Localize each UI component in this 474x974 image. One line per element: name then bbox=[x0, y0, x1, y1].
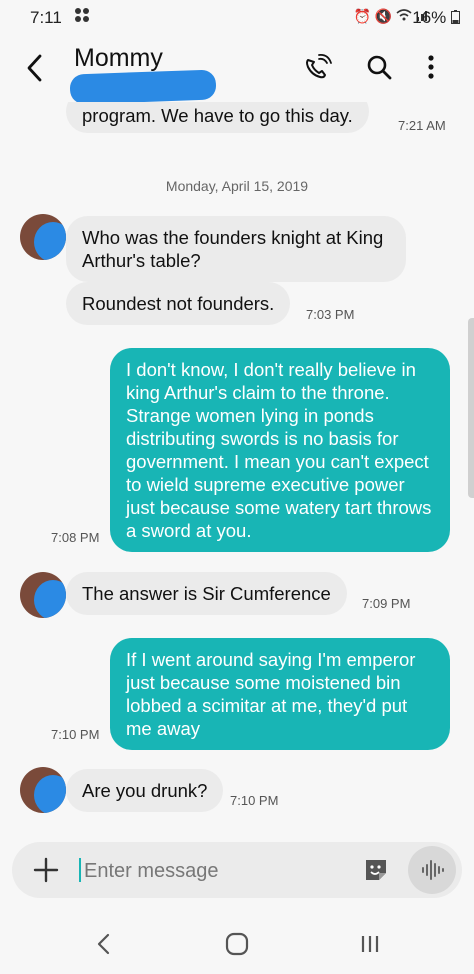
avatar[interactable] bbox=[20, 572, 66, 618]
message-text: The answer is Sir Cumference bbox=[82, 583, 331, 604]
avatar[interactable] bbox=[20, 767, 66, 813]
edge-panel-handle[interactable] bbox=[468, 318, 474, 498]
status-time: 7:11 bbox=[30, 8, 62, 27]
conversation-header: Mommy bbox=[0, 36, 474, 105]
redaction-mark bbox=[69, 69, 217, 105]
battery-indicator: 16% bbox=[412, 8, 460, 28]
battery-percent: 16% bbox=[412, 8, 447, 27]
message-timestamp: 7:03 PM bbox=[306, 307, 355, 322]
message-bubble-in[interactable]: Who was the founders knight at King Arth… bbox=[66, 216, 406, 282]
call-button[interactable] bbox=[300, 50, 334, 84]
search-button[interactable] bbox=[362, 50, 396, 84]
message-text: If I went around saying I'm emperor just… bbox=[126, 649, 416, 739]
message-text: Are you drunk? bbox=[82, 780, 208, 801]
message-timestamp: 7:08 PM bbox=[51, 530, 100, 545]
status-bar: 7:11 ⏰ 🔇 16% bbox=[0, 0, 474, 36]
more-options-button[interactable] bbox=[414, 50, 448, 84]
alarm-icon: ⏰ bbox=[353, 8, 371, 24]
back-button[interactable] bbox=[18, 46, 54, 90]
text-cursor bbox=[79, 858, 81, 882]
mute-icon: 🔇 bbox=[374, 8, 393, 24]
message-bubble-in[interactable]: program. We have to go this day. bbox=[66, 102, 369, 133]
nav-home-icon bbox=[225, 932, 249, 956]
contact-name[interactable]: Mommy bbox=[74, 44, 163, 73]
message-bubble-in[interactable]: Are you drunk? bbox=[66, 769, 224, 812]
message-timestamp: 7:10 PM bbox=[51, 727, 100, 742]
message-timestamp: 7:21 AM bbox=[398, 118, 446, 133]
more-vert-icon bbox=[428, 55, 434, 79]
nav-home-button[interactable] bbox=[217, 930, 257, 958]
attach-button[interactable] bbox=[30, 854, 62, 886]
sticker-button[interactable] bbox=[362, 856, 390, 884]
back-arrow-icon bbox=[27, 54, 42, 82]
message-thread[interactable]: program. We have to go this day. 7:21 AM… bbox=[0, 102, 474, 838]
message-composer bbox=[12, 842, 462, 898]
message-text: Who was the founders knight at King Arth… bbox=[82, 227, 384, 271]
nav-recents-button[interactable] bbox=[350, 930, 390, 958]
nav-back-button[interactable] bbox=[84, 930, 124, 958]
nav-recents-icon bbox=[361, 936, 379, 952]
system-navigation-bar bbox=[0, 912, 474, 974]
sticker-icon bbox=[366, 860, 386, 880]
message-timestamp: 7:10 PM bbox=[230, 793, 279, 808]
message-timestamp: 7:09 PM bbox=[362, 596, 411, 611]
plus-icon bbox=[33, 857, 59, 883]
nav-back-icon bbox=[97, 933, 110, 955]
game-controller-icon bbox=[74, 7, 90, 26]
date-separator: Monday, April 15, 2019 bbox=[165, 178, 309, 194]
voice-record-button[interactable] bbox=[408, 846, 456, 894]
search-icon bbox=[367, 55, 392, 80]
avatar[interactable] bbox=[20, 214, 66, 260]
message-bubble-out[interactable]: I don't know, I don't really believe in … bbox=[110, 348, 450, 552]
message-input[interactable] bbox=[82, 854, 356, 888]
message-text: Roundest not founders. bbox=[82, 293, 275, 314]
message-bubble-in[interactable]: Roundest not founders. bbox=[66, 282, 291, 325]
voice-wave-icon bbox=[422, 860, 444, 880]
wifi-call-icon bbox=[306, 54, 332, 79]
message-bubble-in[interactable]: The answer is Sir Cumference bbox=[66, 572, 347, 615]
message-text: program. We have to go this day. bbox=[82, 105, 353, 126]
message-bubble-out[interactable]: If I went around saying I'm emperor just… bbox=[110, 638, 450, 750]
battery-icon bbox=[451, 10, 460, 24]
message-text: I don't know, I don't really believe in … bbox=[126, 359, 432, 541]
